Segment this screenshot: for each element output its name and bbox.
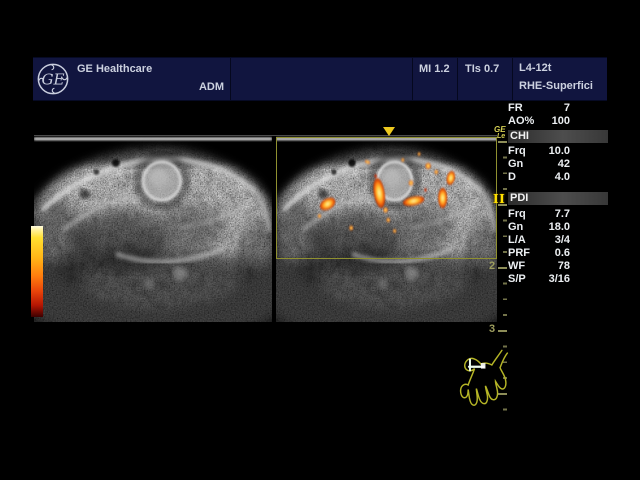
- pdi-wf-row: WF 78: [508, 260, 570, 272]
- pdi-section-header: PDI: [508, 192, 608, 205]
- mi-value: MI 1.2: [419, 63, 450, 75]
- orientation-mark-text: GE: [494, 126, 506, 133]
- ao-value: 100: [552, 115, 570, 127]
- pdi-prf-row: PRF 0.6: [508, 247, 570, 259]
- acoustic-output-row: AO% 100: [508, 115, 570, 127]
- fr-label: FR: [508, 102, 523, 114]
- chi-frq-value: 10.0: [549, 145, 570, 157]
- pdi-sp-row: S/P 3/16: [508, 273, 570, 285]
- tis-cell: TIs 0.7: [457, 58, 512, 100]
- chi-depth-row: D 4.0: [508, 171, 570, 183]
- pdi-gn-value: 18.0: [549, 221, 570, 233]
- pdi-wf-value: 78: [558, 260, 570, 272]
- probe-center-marker-icon: [383, 127, 395, 136]
- tis-value: TIs 0.7: [465, 63, 499, 75]
- doppler-colorbar: [31, 226, 43, 317]
- pdi-la-value: 3/4: [555, 234, 570, 246]
- ge-monogram: GE: [41, 71, 64, 89]
- image-top-border: [34, 135, 497, 136]
- mi-cell: MI 1.2: [412, 58, 457, 100]
- pdi-prf-value: 0.6: [555, 247, 570, 259]
- chi-section-header: CHI: [508, 130, 608, 143]
- focus-position-marker: II: [493, 192, 505, 206]
- chi-gn-label: Gn: [508, 158, 523, 170]
- probe-cell: L4-12t RHE-Superfici: [512, 58, 607, 100]
- pdi-gn-label: Gn: [508, 221, 523, 233]
- brand-label: GE Healthcare: [77, 63, 152, 75]
- probe-name: L4-12t: [519, 62, 551, 74]
- pdi-sp-label: S/P: [508, 273, 526, 285]
- chi-gn-value: 42: [558, 158, 570, 170]
- chi-depth-label: D: [508, 171, 516, 183]
- pdi-gn-row: Gn 18.0: [508, 221, 570, 233]
- ultrasound-screen: GE GE Healthcare ADM MI 1.2 TIs 0.7 L4-1…: [0, 0, 640, 480]
- pdi-la-label: L/A: [508, 234, 526, 246]
- probe-orientation-mark: GE Le: [494, 126, 506, 140]
- topbar: GE GE Healthcare ADM MI 1.2 TIs 0.7 L4-1…: [33, 57, 607, 101]
- pdi-la-row: L/A 3/4: [508, 234, 570, 246]
- bmode-image-left: [34, 132, 272, 322]
- chi-depth-value: 4.0: [555, 171, 570, 183]
- body-marker-hand-icon: [449, 347, 511, 423]
- chi-frq-label: Frq: [508, 145, 526, 157]
- color-roi-box: [276, 137, 497, 259]
- pdi-frq-row: Frq 7.7: [508, 208, 570, 220]
- pdi-frq-value: 7.7: [555, 208, 570, 220]
- pdi-wf-label: WF: [508, 260, 525, 272]
- chi-gn-row: Gn 42: [508, 158, 570, 170]
- pdi-sp-value: 3/16: [549, 273, 570, 285]
- operator-id: ADM: [199, 81, 224, 93]
- depth-mark-3cm: 3: [489, 323, 495, 335]
- depth-mark-2cm: 2: [489, 260, 495, 272]
- orientation-mark-sub: Le: [494, 133, 506, 140]
- brand-cell: GE GE Healthcare ADM: [33, 58, 230, 100]
- pdi-frq-label: Frq: [508, 208, 526, 220]
- chi-frq-row: Frq 10.0: [508, 145, 570, 157]
- ao-label: AO%: [508, 115, 534, 127]
- preset-name: RHE-Superfici: [519, 80, 593, 92]
- fr-value: 7: [564, 102, 570, 114]
- ge-logo-icon: GE: [36, 62, 70, 96]
- topbar-spacer: [230, 58, 412, 100]
- frame-rate-row: FR 7: [508, 102, 570, 114]
- pdi-prf-label: PRF: [508, 247, 530, 259]
